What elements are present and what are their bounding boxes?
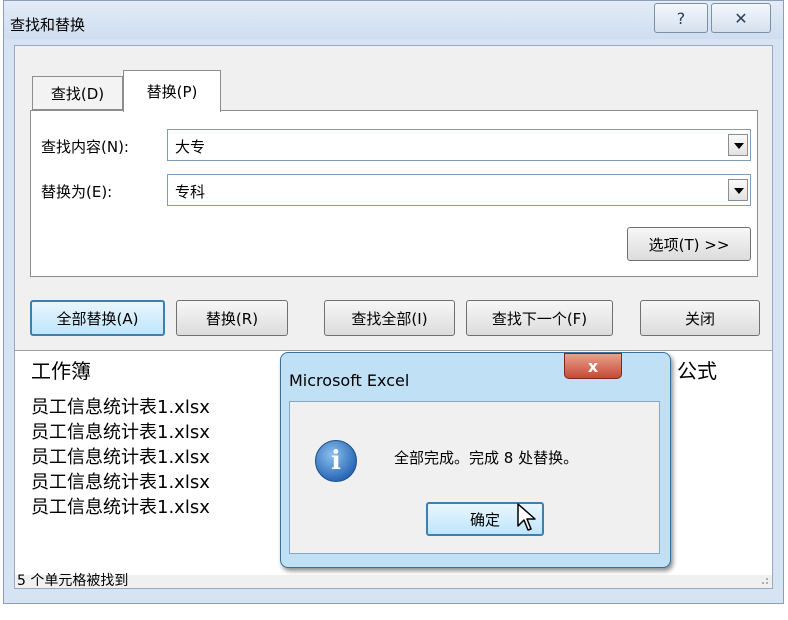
chevron-down-icon[interactable]: [728, 134, 748, 156]
list-item[interactable]: 员工信息统计表1.xlsx: [31, 468, 210, 494]
find-what-combo[interactable]: 大专: [167, 129, 751, 161]
replace-with-value: 专科: [175, 183, 206, 201]
replace-with-combo[interactable]: 专科: [167, 174, 751, 206]
message-box-title: Microsoft Excel: [289, 371, 410, 390]
help-button[interactable]: ?: [654, 3, 708, 33]
column-header-formula[interactable]: 公式: [677, 355, 717, 384]
find-next-button[interactable]: 查找下一个(F): [466, 300, 613, 336]
list-item[interactable]: 员工信息统计表1.xlsx: [31, 443, 210, 469]
status-text: 5 个单元格被找到: [17, 573, 129, 589]
chevron-down-icon[interactable]: [728, 179, 748, 201]
mouse-pointer-icon: [517, 503, 536, 531]
replace-button[interactable]: 替换(R): [176, 300, 288, 336]
replace-all-button[interactable]: 全部替换(A): [30, 300, 165, 336]
options-button[interactable]: 选项(T) >>: [627, 227, 751, 261]
find-what-value: 大专: [175, 138, 206, 156]
message-text: 全部完成。完成 8 处替换。: [394, 449, 579, 467]
info-icon: i: [315, 440, 357, 482]
list-item[interactable]: 员工信息统计表1.xlsx: [31, 418, 210, 444]
find-all-button[interactable]: 查找全部(I): [324, 300, 455, 336]
message-box-close-button[interactable]: x: [564, 353, 622, 379]
find-what-label: 查找内容(N):: [41, 138, 129, 156]
list-item[interactable]: 员工信息统计表1.xlsx: [31, 393, 210, 419]
dialog-title: 查找和替换: [10, 16, 86, 34]
title-bar: 查找和替换 ? ✕: [4, 1, 783, 39]
resize-grip-icon[interactable]: [759, 575, 769, 585]
column-header-workbook[interactable]: 工作簿: [31, 355, 91, 384]
tab-replace[interactable]: 替换(P): [123, 70, 221, 112]
close-window-button[interactable]: ✕: [711, 3, 771, 33]
replace-with-label: 替换为(E):: [41, 183, 113, 201]
list-item[interactable]: 员工信息统计表1.xlsx: [31, 493, 210, 519]
message-box: Microsoft Excel x i 全部完成。完成 8 处替换。 确定: [280, 352, 671, 568]
tab-find[interactable]: 查找(D): [32, 76, 123, 110]
status-bar: 5 个单元格被找到: [15, 572, 772, 589]
replace-panel: 查找内容(N): 大专 替换为(E): 专科 选项(T) >>: [30, 110, 758, 277]
message-box-content: i 全部完成。完成 8 处替换。 确定: [289, 401, 660, 554]
close-button[interactable]: 关闭: [640, 300, 760, 336]
